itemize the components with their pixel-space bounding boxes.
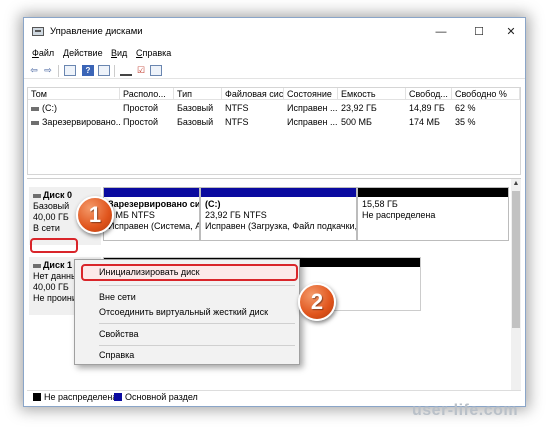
watermark: user-life.com bbox=[412, 402, 519, 419]
cell-layout: Простой bbox=[123, 117, 159, 127]
cell-free-percent: 62 % bbox=[455, 103, 476, 113]
legend-label-unallocated: Не распределена bbox=[44, 392, 118, 402]
table-row[interactable]: (C:) Простой Базовый NTFS Исправен ... 2… bbox=[28, 101, 520, 115]
cell-capacity: 500 МБ bbox=[341, 117, 372, 127]
column-header-capacity[interactable]: Емкость bbox=[338, 88, 406, 100]
column-header-type[interactable]: Тип bbox=[174, 88, 222, 100]
column-header-filesystem[interactable]: Файловая сист... bbox=[222, 88, 284, 100]
toolbar: ⇦ ⇨ ? ☑ bbox=[24, 63, 525, 79]
properties-icon[interactable] bbox=[64, 65, 76, 76]
partition-size: 15,58 ГБ bbox=[362, 199, 398, 209]
menu-item-detach-vhd[interactable]: Отсоединить виртуальный жесткий диск bbox=[75, 305, 299, 319]
disk-management-icon bbox=[32, 27, 44, 36]
cell-filesystem: NTFS bbox=[225, 103, 249, 113]
scrollbar-thumb[interactable] bbox=[512, 191, 520, 328]
cell-free: 174 МБ bbox=[409, 117, 440, 127]
partition-status: Не распределена bbox=[362, 210, 436, 220]
menu-item-initialize-disk[interactable]: Инициализировать диск bbox=[75, 265, 299, 279]
menu-item-help[interactable]: Справка bbox=[75, 348, 299, 362]
callout-badge-1: 1 bbox=[76, 196, 114, 234]
primary-partition-bar bbox=[104, 188, 199, 197]
cell-filesystem: NTFS bbox=[225, 117, 249, 127]
cell-capacity: 23,92 ГБ bbox=[341, 103, 377, 113]
menu-view[interactable]: Вид bbox=[111, 48, 127, 58]
column-header-layout[interactable]: Располо... bbox=[120, 88, 174, 100]
help-icon[interactable]: ? bbox=[82, 65, 94, 76]
toolbar-separator bbox=[114, 65, 115, 77]
menu-separator bbox=[99, 323, 295, 324]
connect-icon[interactable] bbox=[120, 68, 132, 76]
title-bar: Управление дисками — ☐ ✕ bbox=[24, 18, 525, 46]
cell-layout: Простой bbox=[123, 103, 159, 113]
disk-0-name: Диск 0 bbox=[43, 190, 72, 200]
legend-swatch-unallocated bbox=[33, 393, 41, 401]
window-title: Управление дисками bbox=[50, 26, 143, 37]
console-icon[interactable] bbox=[98, 65, 110, 76]
partition-title: (C:) bbox=[205, 199, 221, 209]
column-header-volume[interactable]: Том bbox=[28, 88, 120, 100]
menu-separator bbox=[99, 345, 295, 346]
forward-icon[interactable]: ⇨ bbox=[42, 65, 54, 76]
disk-icon bbox=[33, 193, 41, 198]
partition-status: Исправен (Загрузка, Файл подкачки, bbox=[205, 221, 357, 231]
volume-list: Том Располо... Тип Файловая сист... Сост… bbox=[27, 87, 521, 175]
column-header-free[interactable]: Свобод... bbox=[406, 88, 452, 100]
menu-item-properties[interactable]: Свойства bbox=[75, 327, 299, 341]
disk-pane-scrollbar[interactable]: ▲ bbox=[511, 179, 521, 391]
menu-action[interactable]: Действие bbox=[63, 48, 103, 58]
legend-swatch-primary bbox=[114, 393, 122, 401]
back-icon[interactable]: ⇦ bbox=[28, 65, 40, 76]
drive-icon bbox=[31, 106, 39, 111]
close-button[interactable]: ✕ bbox=[498, 22, 524, 42]
cell-volume: (C:) bbox=[28, 101, 120, 115]
menu-file[interactable]: Файл bbox=[32, 48, 54, 58]
cell-free: 14,89 ГБ bbox=[409, 103, 445, 113]
partition-size: 23,92 ГБ NTFS bbox=[205, 210, 267, 220]
menu-separator bbox=[99, 285, 295, 286]
toolbar-separator bbox=[58, 65, 59, 77]
partition-title: Зарезервировано си bbox=[108, 199, 200, 209]
cell-type: Базовый bbox=[177, 117, 214, 127]
disk-1-name: Диск 1 bbox=[43, 260, 72, 270]
partition-status: Исправен (Система, А bbox=[108, 221, 200, 231]
cell-status: Исправен ... bbox=[287, 117, 338, 127]
primary-partition-bar bbox=[201, 188, 356, 197]
menu-bar: Файл Действие Вид Справка bbox=[24, 46, 525, 62]
context-menu: Инициализировать диск Вне сети Отсоедини… bbox=[74, 259, 300, 365]
cell-type: Базовый bbox=[177, 103, 214, 113]
drive-icon bbox=[31, 120, 39, 125]
partition-c[interactable]: (C:) 23,92 ГБ NTFS Исправен (Загрузка, Ф… bbox=[200, 187, 357, 241]
layout-icon[interactable] bbox=[150, 65, 162, 76]
disk-1-highlight bbox=[30, 238, 78, 253]
table-row[interactable]: Зарезервировано... Простой Базовый NTFS … bbox=[28, 115, 520, 129]
menu-item-offline[interactable]: Вне сети bbox=[75, 290, 299, 304]
callout-badge-2: 2 bbox=[298, 283, 336, 321]
disk-icon bbox=[33, 263, 41, 268]
cell-status: Исправен ... bbox=[287, 103, 338, 113]
volume-list-header: Том Располо... Тип Файловая сист... Сост… bbox=[28, 88, 520, 100]
partition-unallocated[interactable]: 15,58 ГБ Не распределена bbox=[357, 187, 509, 241]
scroll-up-icon[interactable]: ▲ bbox=[511, 179, 521, 189]
column-header-status[interactable]: Состояние bbox=[284, 88, 338, 100]
cell-volume: Зарезервировано... bbox=[28, 115, 120, 129]
check-icon[interactable]: ☑ bbox=[135, 65, 147, 76]
menu-help[interactable]: Справка bbox=[136, 48, 171, 58]
partition-reserved[interactable]: Зарезервировано си 0 МБ NTFS Исправен (С… bbox=[103, 187, 200, 241]
column-header-free-percent[interactable]: Свободно % bbox=[452, 88, 520, 100]
legend-label-primary: Основной раздел bbox=[125, 392, 198, 402]
partition-size: 0 МБ NTFS bbox=[108, 210, 155, 220]
minimize-button[interactable]: — bbox=[428, 22, 454, 42]
cell-free-percent: 35 % bbox=[455, 117, 476, 127]
unallocated-bar bbox=[358, 188, 508, 197]
maximize-button[interactable]: ☐ bbox=[466, 22, 492, 42]
